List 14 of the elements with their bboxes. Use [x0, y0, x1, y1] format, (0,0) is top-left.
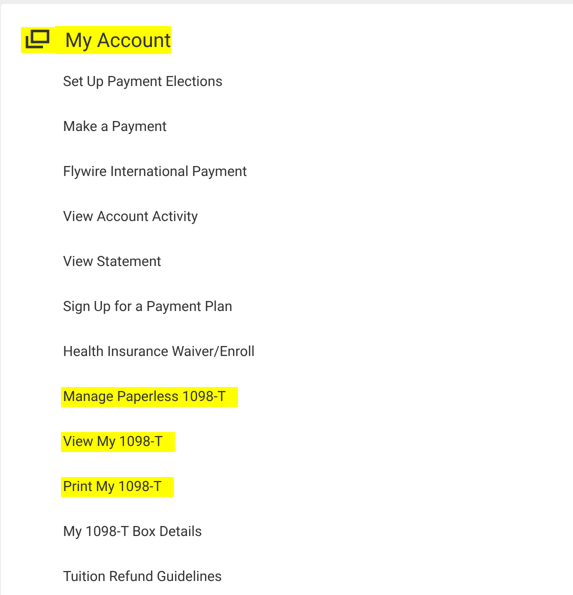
menu-link[interactable]: My 1098-T Box Details: [61, 522, 204, 542]
menu-link[interactable]: Manage Paperless 1098-T: [61, 387, 238, 407]
windows-icon: [21, 27, 55, 53]
menu-link[interactable]: Health Insurance Waiver/Enroll: [61, 342, 257, 362]
menu-link[interactable]: Make a Payment: [61, 117, 169, 137]
menu-link[interactable]: Set Up Payment Elections: [61, 72, 225, 92]
section-title: My Account: [55, 26, 171, 54]
menu-link[interactable]: Print My 1098-T: [61, 477, 174, 497]
menu-link[interactable]: View Account Activity: [61, 207, 200, 227]
menu-link[interactable]: View My 1098-T: [61, 432, 175, 452]
menu-link[interactable]: View Statement: [61, 252, 164, 272]
menu-link[interactable]: Flywire International Payment: [61, 162, 249, 182]
menu-link[interactable]: Sign Up for a Payment Plan: [61, 297, 234, 317]
menu-link[interactable]: Tuition Refund Guidelines: [61, 567, 224, 587]
